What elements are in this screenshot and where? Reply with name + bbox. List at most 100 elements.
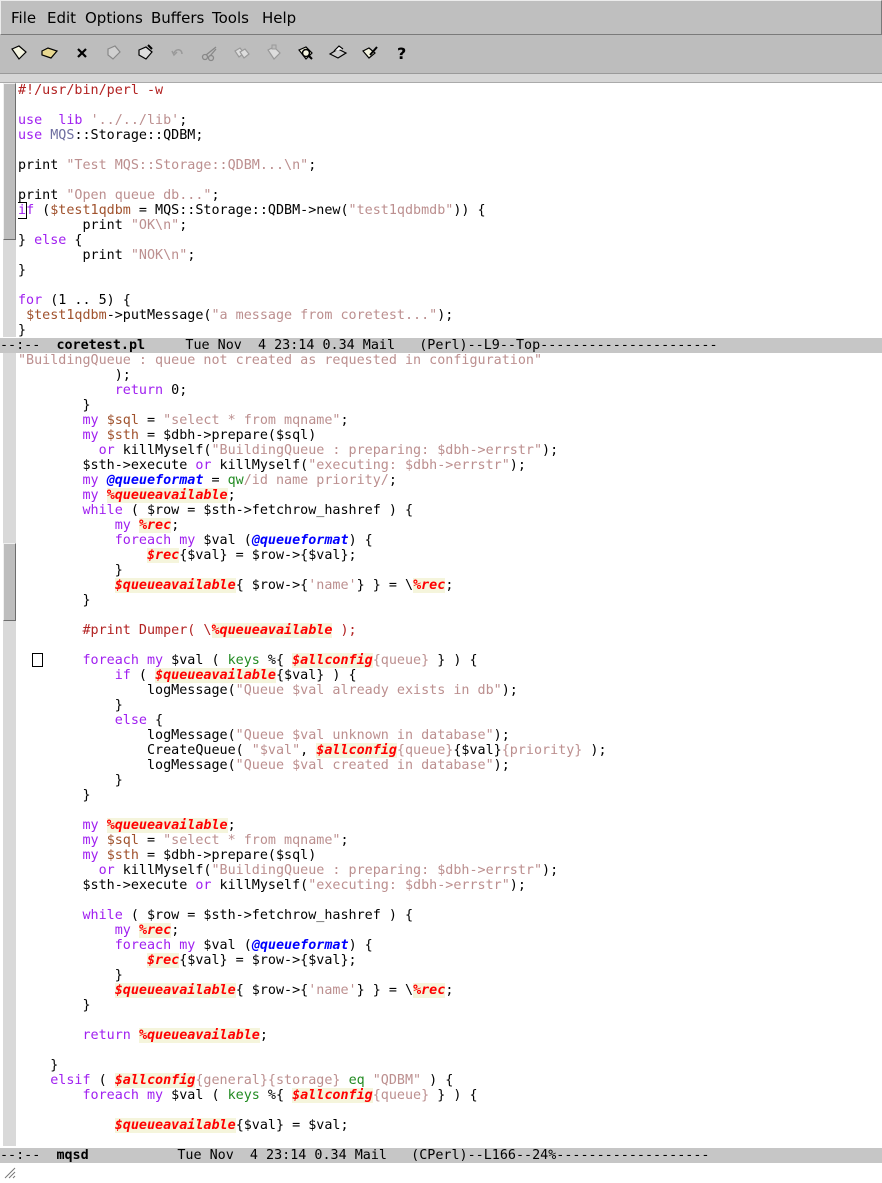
code-line: print "NOK\n"; [18, 248, 195, 263]
code-token: %rec [413, 578, 446, 593]
top-editor-buffer[interactable]: #!/usr/bin/perl -w use lib '../../lib'; us… [18, 83, 880, 337]
code-token: } [18, 263, 27, 278]
bottom-mode-line-info: Tue Nov 4 23:14 0.34 Mail (CPerl)--L166-… [88, 1148, 710, 1163]
code-token: else [34, 233, 67, 248]
code-token: ; [187, 248, 196, 263]
top-scrollbar[interactable] [3, 83, 16, 337]
bottom-editor-buffer[interactable]: "BuildingQueue : queue not created as re… [18, 353, 880, 1146]
open-folder-icon[interactable] [40, 43, 60, 65]
code-line: } [18, 323, 26, 337]
code-token: my [82, 428, 99, 443]
code-token: (1 .. 5) { [42, 293, 131, 308]
code-token: ); [542, 863, 559, 878]
menu-help[interactable]: Help [262, 9, 296, 27]
menu-file[interactable]: File [11, 9, 36, 27]
code-token: "NOK\n" [130, 248, 188, 263]
code-token: $val ( [195, 938, 252, 953]
copy-icon[interactable] [232, 43, 252, 65]
new-file-icon[interactable] [9, 43, 29, 65]
code-token: #!/usr/bin/perl -w [18, 83, 164, 98]
code-line: #!/usr/bin/perl -w [18, 83, 163, 98]
code-token: ; [445, 578, 454, 593]
paste-icon[interactable] [264, 43, 284, 65]
code-token: $allconfig [316, 743, 397, 758]
code-line: $rec{$val} = $row->{$val}; [18, 548, 357, 563]
code-token: = $dbh->prepare($sql) [138, 428, 317, 443]
code-token: keys [227, 1088, 260, 1103]
code-line: foreach my $val (@queueformat) { [18, 533, 373, 548]
menu-options[interactable]: Options [85, 9, 143, 27]
code-token: ( [130, 668, 156, 683]
code-line: return %queueavailable; [18, 1028, 268, 1043]
cut-scissors-icon[interactable] [200, 43, 220, 65]
code-token: , [300, 743, 317, 758]
code-token: print [18, 188, 67, 203]
save-disk-icon[interactable] [104, 43, 124, 65]
code-token: "Queue $val unknown in database" [235, 728, 494, 743]
menu-tools[interactable]: Tools [212, 9, 249, 27]
code-token: ); [582, 743, 607, 758]
menu-edit[interactable]: Edit [47, 9, 76, 27]
code-token: {$val} [453, 743, 502, 758]
code-token: @queueformat [251, 533, 349, 548]
code-token: logMessage( [18, 728, 236, 743]
code-token: { [147, 713, 164, 728]
undo-icon[interactable] [168, 43, 188, 65]
edit-preferences-icon[interactable] [360, 43, 380, 65]
print-icon[interactable] [328, 43, 348, 65]
code-token: "BuildingQueue : preparing: $dbh->errstr… [211, 863, 543, 878]
code-token: MQS [50, 128, 75, 143]
code-token: } [18, 323, 27, 337]
bottom-mode-line: --:-- mqsd Tue Nov 4 23:14 0.34 Mail (CP… [0, 1148, 882, 1163]
code-line: print "OK\n"; [18, 218, 187, 233]
code-line: #print Dumper( \%queueavailable ); [18, 623, 357, 638]
code-token: } [18, 563, 123, 578]
resize-grip-icon[interactable] [4, 1164, 16, 1179]
code-token: foreach [114, 938, 172, 953]
code-token: f [26, 203, 35, 218]
code-token: $val ( [163, 1088, 228, 1103]
code-line: } [18, 968, 123, 983]
code-token: 'name' [308, 983, 357, 998]
top-scrollbar-thumb[interactable] [3, 83, 16, 240]
code-token: 'name' [308, 578, 357, 593]
menu-bar: File Edit Options Buffers Tools Help [0, 0, 882, 35]
menu-buffers[interactable]: Buffers [151, 9, 204, 27]
close-x-icon[interactable] [72, 43, 92, 65]
code-token: use [18, 113, 43, 128]
code-token: $allconfig [292, 1088, 373, 1103]
help-question-icon[interactable]: ? [392, 43, 412, 65]
bottom-scrollbar-thumb[interactable] [3, 543, 16, 621]
code-line: use lib '../../lib'; [18, 113, 187, 128]
code-token: $sth->execute [18, 878, 196, 893]
save-as-icon[interactable] [136, 43, 156, 65]
code-token: } [18, 593, 91, 608]
code-line: print "Test MQS::Storage::QDBM...\n"; [18, 158, 316, 173]
code-token: use [18, 128, 43, 143]
bottom-scrollbar[interactable] [3, 353, 16, 1146]
code-token: 0; [163, 383, 188, 398]
code-line: $sth->execute or killMyself("executing: … [18, 458, 525, 473]
code-line: my $sth = $dbh->prepare($sql) [18, 428, 317, 443]
code-line: my $sql = "select * from mqname"; [18, 833, 349, 848]
code-token: ; [211, 188, 220, 203]
search-icon[interactable] [296, 43, 316, 65]
top-mode-line-info: Tue Nov 4 23:14 0.34 Mail (Perl)--L9--To… [145, 338, 718, 353]
code-token: @queueformat [251, 938, 349, 953]
code-line: foreach my $val ( keys %{ $allconfig{que… [18, 653, 478, 668]
code-token: for [18, 293, 43, 308]
